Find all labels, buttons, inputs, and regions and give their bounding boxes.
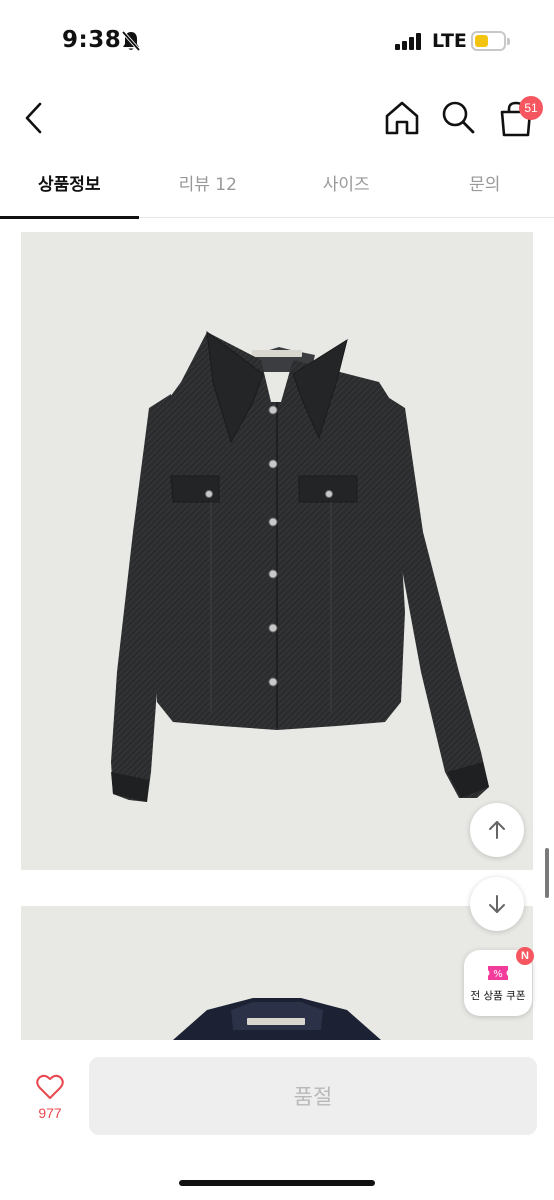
product-tabs: 상품정보 리뷰 12 사이즈 문의 xyxy=(0,158,554,219)
svg-text:%: % xyxy=(493,969,503,980)
like-button[interactable]: 977 xyxy=(22,1070,78,1130)
shirt-illustration xyxy=(111,330,489,802)
coupon-new-badge: N xyxy=(516,947,534,965)
signal-icon xyxy=(395,33,421,50)
scroll-top-button[interactable] xyxy=(470,803,524,857)
product-image-shirt-navy xyxy=(21,906,533,1040)
home-indicator xyxy=(179,1180,375,1186)
shirt-illustration-navy xyxy=(173,998,381,1040)
bell-slash-icon xyxy=(121,30,141,52)
chevron-left-icon[interactable] xyxy=(18,98,52,138)
scroll-bottom-button[interactable] xyxy=(470,877,524,931)
like-count: 977 xyxy=(38,1105,62,1121)
arrow-up-icon xyxy=(489,821,505,839)
coupon-ticket-icon: % xyxy=(488,966,508,980)
tab-product-info[interactable]: 상품정보 xyxy=(0,158,139,219)
tab-reviews[interactable]: 리뷰 12 xyxy=(139,158,278,218)
heart-icon xyxy=(36,1074,64,1099)
scrollbar[interactable] xyxy=(545,848,549,898)
bottom-action-bar: 977 품절 xyxy=(0,1040,554,1200)
arrow-down-icon xyxy=(489,895,505,913)
status-time: 9:38 xyxy=(62,27,122,53)
battery-icon xyxy=(471,31,510,51)
status-bar: 9:38 LTE xyxy=(0,0,554,84)
product-image-shirt-front xyxy=(21,232,533,870)
sold-out-button[interactable]: 품절 xyxy=(89,1057,537,1135)
tab-inquiry[interactable]: 문의 xyxy=(416,158,554,218)
home-icon[interactable] xyxy=(383,99,421,137)
network-type: LTE xyxy=(432,30,467,52)
cart-count-badge: 51 xyxy=(519,96,543,120)
top-nav xyxy=(0,84,554,156)
search-icon[interactable] xyxy=(440,99,476,135)
tab-size[interactable]: 사이즈 xyxy=(277,158,416,218)
coupon-label: 전 상품 쿠폰 xyxy=(470,990,526,1002)
